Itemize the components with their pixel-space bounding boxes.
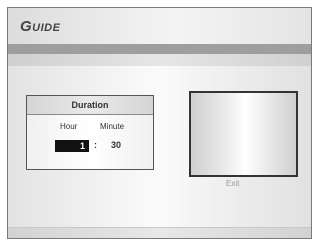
title-divider [8, 44, 311, 54]
title-bar: Guide [8, 8, 311, 44]
minute-field[interactable]: 30 [111, 140, 121, 150]
duration-heading: Duration [27, 96, 153, 115]
page-title: Guide [20, 18, 61, 35]
minute-label: Minute [100, 122, 125, 131]
hour-field[interactable]: 1 [55, 140, 89, 152]
subheader-band [8, 54, 311, 66]
guide-screen: Guide Duration Hour Minute 1 : 30 [7, 7, 312, 239]
exit-button[interactable]: Exit [226, 179, 239, 188]
preview-window [189, 91, 298, 177]
duration-panel: Duration Hour Minute 1 : 30 [26, 95, 154, 170]
time-separator: : [94, 140, 97, 150]
hour-label: Hour [60, 122, 78, 131]
footer-band [8, 227, 311, 238]
